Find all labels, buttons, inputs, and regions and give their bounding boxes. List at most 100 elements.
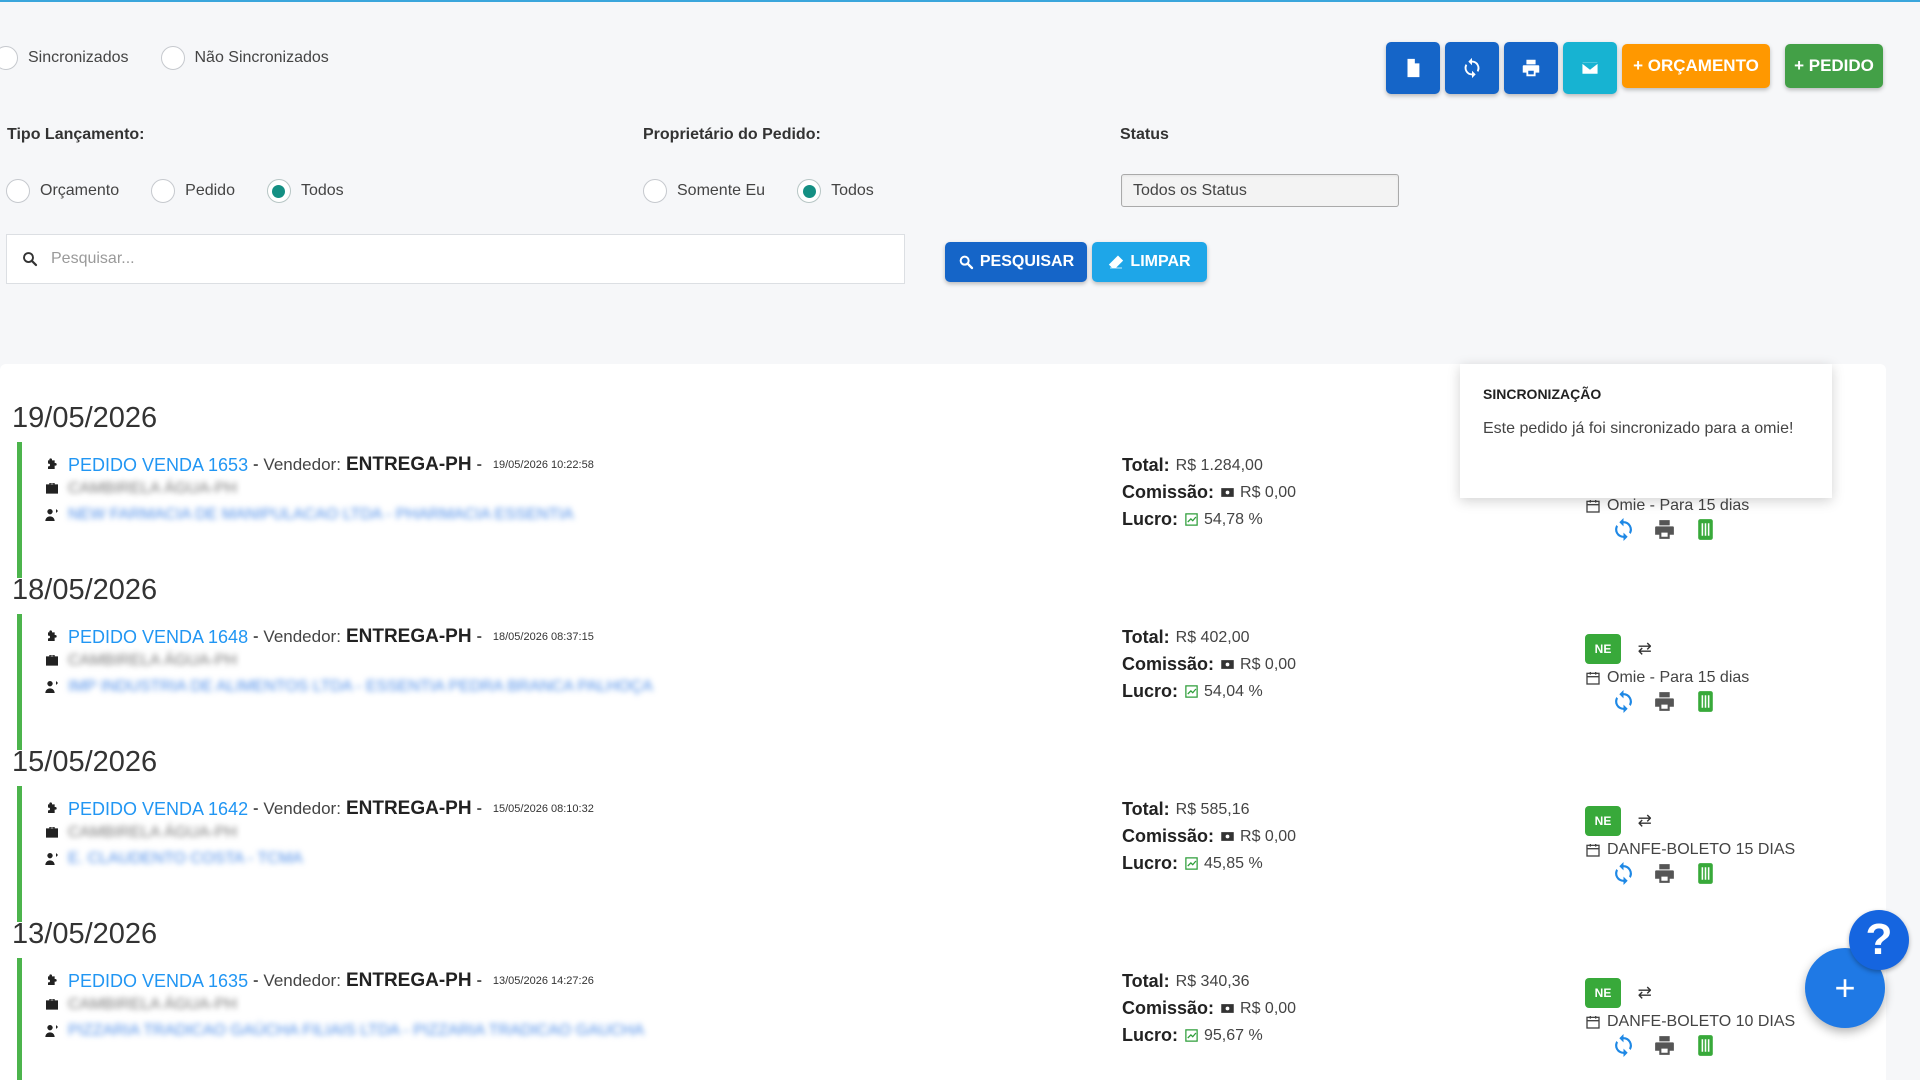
order-actions xyxy=(1611,861,1795,886)
button-label: + ORÇAMENTO xyxy=(1633,56,1759,75)
ne-badge[interactable]: NE xyxy=(1585,806,1621,836)
order-totals: Total: R$ 585,16 Comissão: R$ 0,00 Lucro:… xyxy=(1122,796,1296,877)
puzzle-icon xyxy=(48,458,57,469)
envelope-icon xyxy=(1581,60,1599,76)
status-select[interactable]: Todos os Status xyxy=(1121,174,1399,207)
help-button[interactable]: ? xyxy=(1849,910,1909,970)
radio-dot[interactable] xyxy=(0,46,18,70)
separator: - xyxy=(253,800,259,817)
printer-icon[interactable] xyxy=(1652,861,1677,886)
printer-icon[interactable] xyxy=(1652,517,1677,542)
radio-dot-selected[interactable] xyxy=(266,179,291,203)
comissao-label: Comissão: xyxy=(1122,654,1215,674)
radio-todos-proprietario[interactable]: Todos xyxy=(797,179,874,203)
sync-icon xyxy=(1464,57,1480,79)
pesquisar-button[interactable]: PESQUISAR xyxy=(945,242,1087,282)
order-timestamp: 18/05/2026 08:37:15 xyxy=(492,631,594,643)
comissao-label: Comissão: xyxy=(1122,998,1215,1018)
total-label: Total: xyxy=(1122,455,1170,475)
printer-icon[interactable] xyxy=(1652,689,1677,714)
radio-todos-tipo[interactable]: Todos xyxy=(266,179,344,203)
sync-icon[interactable] xyxy=(1611,517,1636,542)
lucro-row: Lucro: 95,67 % xyxy=(1122,1022,1296,1049)
lucro-value: 54,04 % xyxy=(1204,682,1263,700)
printer-icon[interactable] xyxy=(1652,1033,1677,1058)
money-icon xyxy=(1221,660,1234,669)
order-timestamp: 13/05/2026 14:27:26 xyxy=(492,975,594,987)
sync-button[interactable] xyxy=(1445,42,1499,94)
email-button[interactable] xyxy=(1563,42,1617,94)
lucro-label: Lucro: xyxy=(1122,509,1178,529)
order-status: NE ⇄ DANFE-BOLETO 15 DIAS xyxy=(1585,806,1795,886)
barcode-icon[interactable] xyxy=(1693,689,1718,714)
sync-icon[interactable] xyxy=(1611,861,1636,886)
briefcase-icon xyxy=(46,827,58,838)
search-icon xyxy=(959,255,974,270)
company-name: CAMBIRELA ÁGUA-PH xyxy=(68,652,237,669)
radio-dot-selected[interactable] xyxy=(797,179,822,203)
order-link[interactable]: PEDIDO VENDA 1635 xyxy=(68,971,248,992)
document-button[interactable] xyxy=(1386,42,1440,94)
calendar-icon xyxy=(1586,672,1600,685)
puzzle-icon xyxy=(48,802,57,813)
new-pedido-button[interactable]: + PEDIDO xyxy=(1785,44,1883,88)
comissao-value: R$ 0,00 xyxy=(1240,483,1297,501)
payment-terms: DANFE-BOLETO 15 DIAS xyxy=(1607,841,1796,858)
order-actions xyxy=(1611,689,1749,714)
ne-badge[interactable]: NE xyxy=(1585,634,1621,664)
separator: - xyxy=(253,628,259,645)
help-icon: ? xyxy=(1865,915,1893,964)
comissao-row: Comissão: R$ 0,00 xyxy=(1122,995,1296,1022)
total-value: R$ 585,16 xyxy=(1175,800,1250,818)
eraser-icon xyxy=(1109,255,1124,269)
comissao-value: R$ 0,00 xyxy=(1240,999,1297,1017)
radio-dot[interactable] xyxy=(160,46,185,70)
order-link[interactable]: PEDIDO VENDA 1648 xyxy=(68,627,248,648)
money-icon xyxy=(1221,488,1234,497)
swap-icon[interactable]: ⇄ xyxy=(1637,983,1651,1003)
puzzle-icon xyxy=(48,630,57,641)
radio-nao-sincronizados[interactable]: Não Sincronizados xyxy=(160,46,329,70)
radio-dot[interactable] xyxy=(643,179,667,203)
print-button[interactable] xyxy=(1504,42,1558,94)
radio-dot[interactable] xyxy=(6,179,30,203)
ne-row: NE ⇄ xyxy=(1585,634,1749,664)
radio-somente-eu[interactable]: Somente Eu xyxy=(643,179,765,203)
client-name[interactable]: NEW FARMACIA DE MANIPULACAO LTDA - PHARM… xyxy=(68,506,574,524)
barcode-icon[interactable] xyxy=(1693,517,1718,542)
date-header: 15/05/2026 xyxy=(12,746,158,778)
comissao-value: R$ 0,00 xyxy=(1240,827,1297,845)
order-title-line: PEDIDO VENDA 1635 - Vendedor: ENTREGA-PH… xyxy=(44,970,594,992)
order-link[interactable]: PEDIDO VENDA 1653 xyxy=(68,455,248,476)
vendor-name: ENTREGA-PH xyxy=(345,626,472,647)
search-input[interactable] xyxy=(51,250,871,268)
sync-icon[interactable] xyxy=(1611,689,1636,714)
radio-dot[interactable] xyxy=(151,179,176,203)
sync-tooltip: SINCRONIZAÇÃO Este pedido já foi sincron… xyxy=(1460,364,1832,498)
separator: - xyxy=(253,972,259,989)
radio-pedido[interactable]: Pedido xyxy=(151,179,235,203)
vendor-label: Vendedor: xyxy=(263,627,341,646)
payment-terms: Omie - Para 15 dias xyxy=(1607,669,1750,686)
radio-orcamento[interactable]: Orçamento xyxy=(6,179,119,203)
client-name[interactable]: E. CLAUDENTO COSTA - TCMA xyxy=(68,850,303,868)
barcode-icon[interactable] xyxy=(1693,861,1718,886)
barcode-icon[interactable] xyxy=(1693,1033,1718,1058)
client-name[interactable]: PIZZARIA TRADICAO GAÚCHA FILIAIS LTDA - … xyxy=(68,1022,644,1040)
order-link[interactable]: PEDIDO VENDA 1642 xyxy=(68,799,248,820)
client-name[interactable]: IMP INDUSTRIA DE ALIMENTOS LTDA - ESSENT… xyxy=(68,678,653,696)
radio-sincronizados[interactable]: Sincronizados xyxy=(0,46,129,70)
comissao-row: Comissão: R$ 0,00 xyxy=(1122,651,1296,678)
lucro-value: 45,85 % xyxy=(1204,854,1263,872)
company-line: CAMBIRELA ÁGUA-PH xyxy=(44,824,237,842)
new-orcamento-button[interactable]: + ORÇAMENTO xyxy=(1622,44,1770,88)
sync-icon[interactable] xyxy=(1611,1033,1636,1058)
lucro-row: Lucro: 45,85 % xyxy=(1122,850,1296,877)
swap-icon[interactable]: ⇄ xyxy=(1637,811,1651,831)
total-label: Total: xyxy=(1122,971,1170,991)
limpar-button[interactable]: LIMPAR xyxy=(1092,242,1207,282)
proprietario-label: Proprietário do Pedido: xyxy=(643,126,821,143)
search-box xyxy=(6,234,905,284)
swap-icon[interactable]: ⇄ xyxy=(1637,639,1651,659)
ne-badge[interactable]: NE xyxy=(1585,978,1621,1008)
